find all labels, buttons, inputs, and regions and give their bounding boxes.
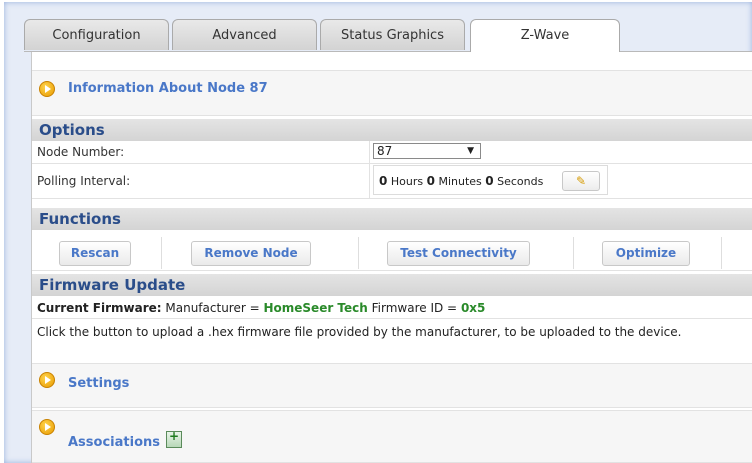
associations-link[interactable]: Associations <box>68 429 182 450</box>
test-connectivity-button[interactable]: Test Connectivity <box>387 241 530 266</box>
hours-unit: Hours <box>390 175 424 188</box>
divider <box>573 237 574 269</box>
divider <box>161 237 162 269</box>
node-info-link[interactable]: Information About Node 87 <box>68 81 268 96</box>
polling-label: Polling Interval: <box>37 174 131 188</box>
node-number-select[interactable]: 87 ▼ <box>373 143 481 159</box>
firmware-header: Firmware Update <box>32 274 752 296</box>
manufacturer-prefix: Manufacturer = <box>165 301 260 315</box>
dropdown-arrow-icon: ▼ <box>467 146 474 156</box>
tab-status-graphics[interactable]: Status Graphics <box>320 19 465 50</box>
polling-minutes: 0 <box>426 174 435 188</box>
minutes-unit: Minutes <box>438 175 482 188</box>
zwave-panel: Information About Node 87 Options Node N… <box>31 52 752 463</box>
functions-header: Functions <box>32 208 752 230</box>
polling-value: 0 Hours 0 Minutes 0 Seconds ✎ <box>373 165 608 195</box>
seconds-unit: Seconds <box>497 175 544 188</box>
expand-arrow-icon[interactable] <box>39 81 55 97</box>
node-number-row: Node Number: 87 ▼ <box>32 141 752 164</box>
settings-section[interactable]: Settings <box>32 363 752 408</box>
expand-arrow-icon[interactable] <box>39 372 55 388</box>
node-info-section[interactable]: Information About Node 87 <box>32 70 752 116</box>
node-number-value: 87 <box>377 144 393 158</box>
cell-divider <box>369 164 370 198</box>
associations-label[interactable]: Associations <box>68 435 160 450</box>
rescan-button[interactable]: Rescan <box>59 241 131 266</box>
node-number-label: Node Number: <box>37 145 125 159</box>
divider <box>358 237 359 269</box>
polling-seconds: 0 <box>485 174 494 188</box>
settings-link[interactable]: Settings <box>68 376 129 391</box>
options-header: Options <box>32 119 752 141</box>
firmware-id-prefix: Firmware ID = <box>371 301 458 315</box>
remove-node-button[interactable]: Remove Node <box>191 241 311 266</box>
tab-z-wave[interactable]: Z-Wave <box>470 19 620 52</box>
current-firmware-line: Current Firmware: Manufacturer = HomeSee… <box>37 301 485 315</box>
tab-configuration[interactable]: Configuration <box>24 19 169 50</box>
cell-divider <box>369 141 370 163</box>
divider <box>721 237 722 269</box>
firmware-description: Click the button to upload a .hex firmwa… <box>37 325 682 339</box>
functions-row: Rescan Remove Node Test Connectivity Opt… <box>32 235 752 271</box>
polling-row: Polling Interval: 0 Hours 0 Minutes 0 Se… <box>32 164 752 199</box>
tab-advanced[interactable]: Advanced <box>172 19 317 50</box>
pencil-icon: ✎ <box>575 174 587 188</box>
firmware-id-value: 0x5 <box>460 301 486 315</box>
polling-hours: 0 <box>379 174 388 188</box>
edit-polling-button[interactable]: ✎ <box>562 171 600 191</box>
current-firmware-label: Current Firmware: <box>37 301 162 315</box>
associations-section[interactable]: Associations <box>32 410 752 463</box>
optimize-button[interactable]: Optimize <box>602 241 690 266</box>
divider <box>32 318 752 319</box>
expand-arrow-icon[interactable] <box>39 419 55 435</box>
tab-bar: Configuration Advanced Status Graphics Z… <box>24 19 752 52</box>
manufacturer-value: HomeSeer Tech <box>263 301 368 315</box>
add-association-icon[interactable] <box>166 429 182 448</box>
